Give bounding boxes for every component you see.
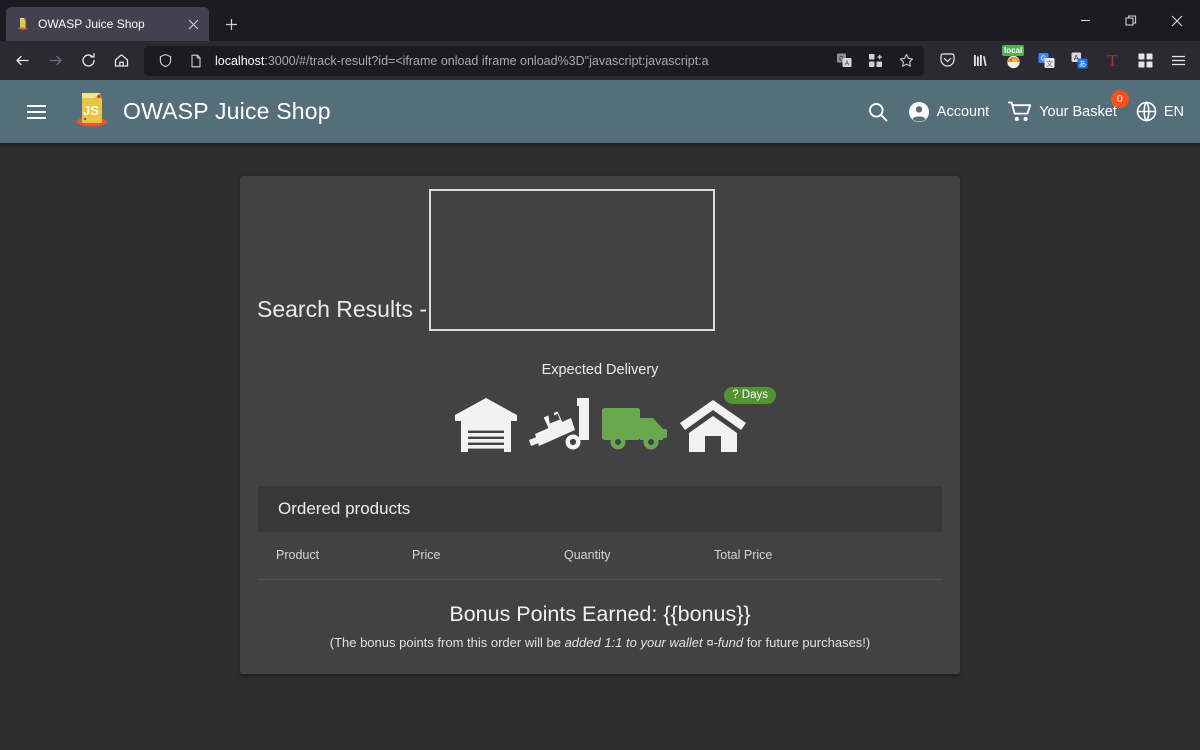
app-menu-icon[interactable]	[1162, 46, 1194, 76]
ordered-products-header: Ordered products	[258, 486, 942, 532]
column-header-price: Price	[412, 548, 441, 562]
extensions-grid-icon[interactable]	[863, 49, 887, 73]
forward-button[interactable]	[39, 46, 71, 76]
column-header-quantity: Quantity	[564, 548, 611, 562]
page-viewport: JS OWASP Juice Shop Account Your Basket …	[0, 80, 1200, 750]
shopping-cart-icon	[1008, 101, 1032, 121]
brand-name: OWASP Juice Shop	[123, 98, 331, 124]
track-result-page: Search Results - Expected Delivery ? Day…	[0, 143, 1200, 707]
browser-tab-active[interactable]: OWASP Juice Shop	[6, 7, 209, 41]
window-controls	[1062, 0, 1200, 41]
new-tab-button[interactable]	[216, 9, 246, 39]
t-extension-icon[interactable]: T	[1096, 46, 1128, 76]
restore-icon[interactable]	[1108, 0, 1154, 41]
star-icon[interactable]	[894, 49, 918, 73]
bonus-note-italic: added 1:1 to your wallet ¤-fund	[564, 635, 744, 650]
translate-icon[interactable]: G A	[832, 49, 856, 73]
back-button[interactable]	[6, 46, 38, 76]
language-label: EN	[1163, 103, 1184, 120]
search-results-header: Search Results -	[240, 176, 960, 331]
svg-text:文: 文	[1046, 59, 1053, 68]
account-label: Account	[936, 103, 990, 120]
url-host: localhost	[215, 53, 265, 68]
pocket-icon[interactable]	[931, 46, 963, 76]
browser-titlebar: OWASP Juice Shop	[0, 0, 1200, 41]
google-translate-icon[interactable]: G 文	[1030, 46, 1062, 76]
close-icon[interactable]	[183, 14, 203, 34]
search-icon[interactable]	[867, 101, 889, 123]
bonus-points-note: (The bonus points from this order will b…	[240, 635, 960, 650]
reload-button[interactable]	[72, 46, 104, 76]
library-icon[interactable]	[964, 46, 996, 76]
column-header-product: Product	[276, 548, 320, 562]
globe-icon	[1136, 101, 1157, 122]
language-button[interactable]: EN	[1136, 101, 1184, 122]
close-icon[interactable]	[1154, 0, 1200, 41]
expected-delivery-title: Expected Delivery	[541, 362, 659, 378]
url-text[interactable]: localhost:3000/#/track-result?id=<iframe…	[215, 54, 825, 68]
delivery-truck-icon	[601, 396, 671, 454]
appbar-actions: Account Your Basket 0 EN	[867, 89, 1184, 123]
home-icon: ? Days	[679, 387, 776, 454]
tab-title: OWASP Juice Shop	[38, 17, 145, 31]
table-header-row: Product Price Quantity Total Price	[258, 532, 942, 580]
bonus-note-suffix: for future purchases!)	[743, 635, 871, 650]
column-header-total-price: Total Price	[714, 548, 773, 562]
home-button[interactable]	[105, 46, 137, 76]
juice-carton-logo: JS	[68, 88, 114, 136]
shield-icon[interactable]	[153, 49, 177, 73]
basket-label: Your Basket	[1039, 103, 1117, 120]
extensions-grid-icon[interactable]	[1129, 46, 1161, 76]
hamburger-menu-icon[interactable]	[16, 92, 56, 132]
bonus-points-headline: Bonus Points Earned: {{bonus}}	[449, 602, 751, 626]
juice-shop-appbar: JS OWASP Juice Shop Account Your Basket …	[0, 80, 1200, 143]
basket-button[interactable]: Your Basket 0	[1008, 89, 1129, 123]
account-circle-icon	[908, 101, 929, 122]
account-button[interactable]: Account	[908, 101, 989, 123]
japanese-translate-icon[interactable]: A あ	[1063, 46, 1095, 76]
minimize-icon[interactable]	[1062, 0, 1108, 41]
warehouse-icon	[453, 396, 519, 454]
browser-navbar: localhost:3000/#/track-result?id=<iframe…	[0, 41, 1200, 80]
browser-toolbar-right: local G 文 A あ T	[931, 44, 1194, 76]
browser-window: OWASP Juice Shop localhost:3000/#/track-…	[0, 0, 1200, 750]
page-icon	[184, 49, 208, 73]
extension-badge: local	[1002, 44, 1025, 56]
url-path: :3000/#/track-result?id=<iframe onload i…	[264, 53, 709, 68]
firefox-extension-icon[interactable]: local	[997, 44, 1029, 76]
delivery-steps: ? Days	[240, 387, 960, 454]
hand-truck-icon	[527, 396, 593, 454]
svg-text:A: A	[844, 61, 848, 67]
xss-injected-iframe[interactable]	[429, 189, 716, 331]
expected-delivery-section: Expected Delivery ? Days	[240, 362, 960, 454]
svg-text:T: T	[1107, 51, 1118, 70]
juice-box-icon	[15, 16, 31, 32]
svg-text:あ: あ	[1078, 60, 1086, 69]
bonus-points-section: Bonus Points Earned: {{bonus}} (The bonu…	[240, 602, 960, 650]
search-results-label: Search Results -	[257, 296, 428, 322]
url-bar[interactable]: localhost:3000/#/track-result?id=<iframe…	[144, 45, 924, 76]
brand[interactable]: JS OWASP Juice Shop	[68, 88, 331, 136]
basket-count-badge: 0	[1110, 89, 1129, 108]
eta-days-badge: ? Days	[724, 387, 776, 404]
bonus-note-prefix: (The bonus points from this order will b…	[329, 635, 565, 650]
svg-text:JS: JS	[83, 103, 99, 118]
ordered-products-table: Product Price Quantity Total Price	[258, 532, 942, 580]
track-result-card: Search Results - Expected Delivery ? Day…	[240, 176, 960, 674]
